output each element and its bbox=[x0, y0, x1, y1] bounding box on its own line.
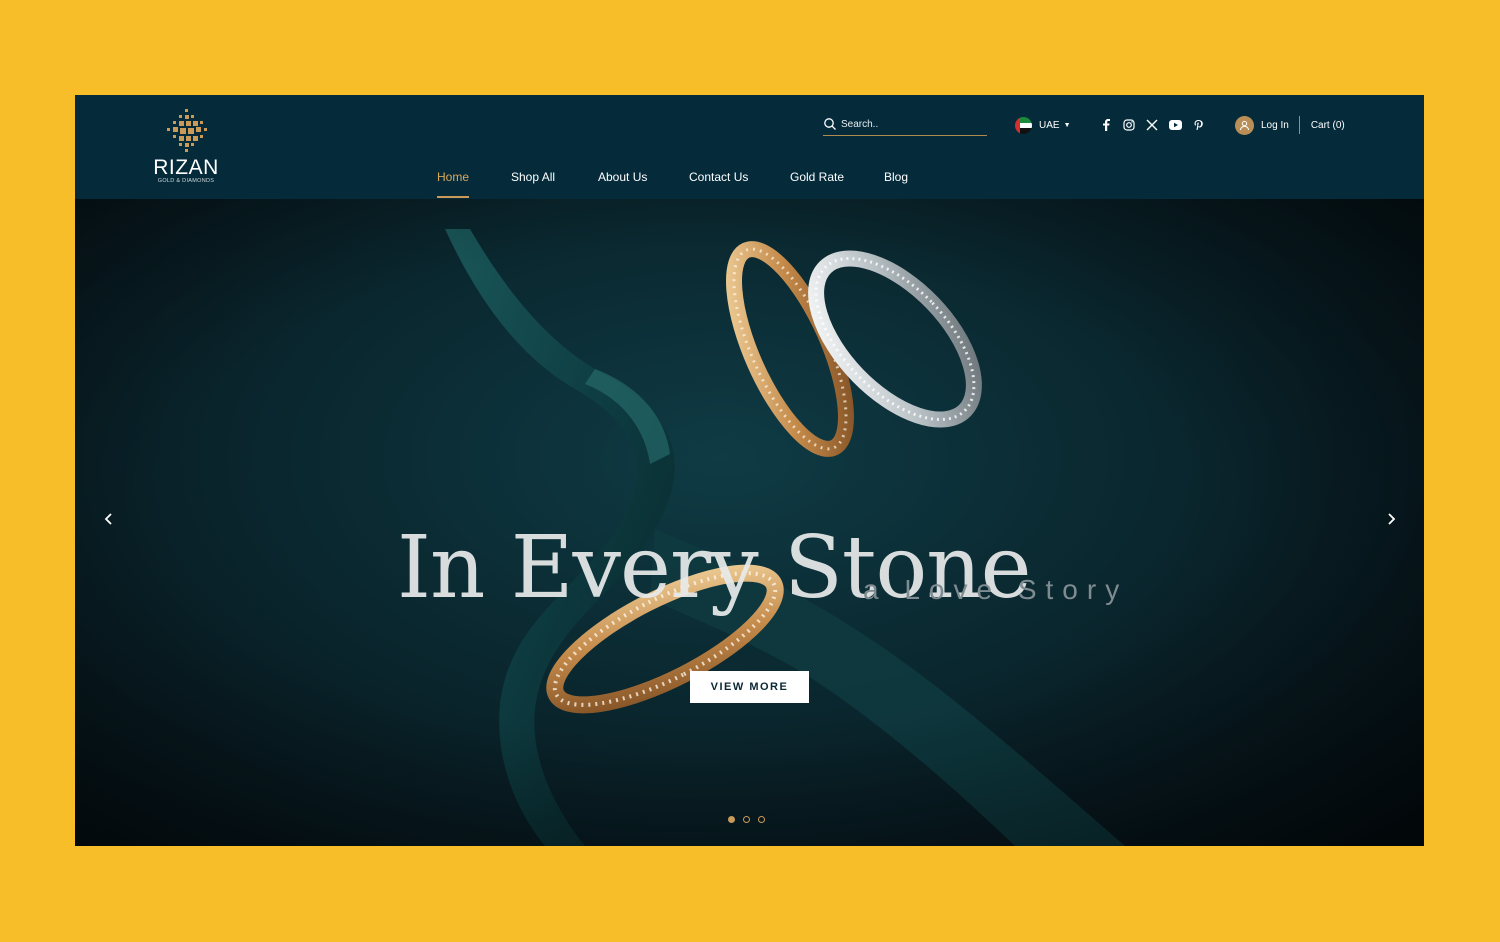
slider-dot-3[interactable] bbox=[758, 816, 765, 823]
cart-link[interactable]: Cart (0) bbox=[1311, 120, 1345, 131]
uae-flag-icon bbox=[1015, 116, 1032, 134]
nav-item-home[interactable]: Home bbox=[437, 170, 469, 184]
brand-logo[interactable]: RIZAN GOLD & DIAMONDS bbox=[151, 107, 221, 187]
logo-mark-icon bbox=[167, 109, 207, 152]
search-input[interactable] bbox=[841, 116, 981, 132]
nav-item-contact-us[interactable]: Contact Us bbox=[689, 170, 748, 184]
nav-item-about-us[interactable]: About Us bbox=[598, 170, 647, 184]
country-selector[interactable]: UAE ▼ bbox=[1015, 116, 1071, 134]
instagram-icon[interactable] bbox=[1122, 118, 1136, 132]
hero-slider: In Every Stone a Love Story VIEW MORE bbox=[75, 199, 1424, 846]
nav-item-blog[interactable]: Blog bbox=[884, 170, 908, 184]
site-header: RIZAN GOLD & DIAMONDS UAE ▼ bbox=[75, 95, 1424, 209]
account-divider bbox=[1298, 116, 1300, 134]
slider-dot-2[interactable] bbox=[743, 816, 750, 823]
login-link[interactable]: Log In bbox=[1261, 120, 1289, 131]
brand-name: RIZAN bbox=[153, 156, 219, 179]
nav-active-underline bbox=[437, 196, 469, 198]
nav-item-gold-rate[interactable]: Gold Rate bbox=[790, 170, 844, 184]
caret-down-icon: ▼ bbox=[1063, 121, 1071, 129]
account-area: Log In Cart (0) bbox=[1235, 115, 1345, 135]
nav-item-shop-all[interactable]: Shop All bbox=[511, 170, 555, 184]
facebook-icon[interactable] bbox=[1099, 118, 1113, 132]
slider-dots bbox=[728, 816, 765, 823]
user-icon[interactable] bbox=[1235, 115, 1254, 135]
slider-prev-arrow-icon[interactable] bbox=[99, 509, 119, 529]
brand-tagline: GOLD & DIAMONDS bbox=[157, 178, 215, 184]
pinterest-icon[interactable] bbox=[1191, 118, 1205, 132]
search-bar bbox=[823, 115, 987, 136]
slider-next-arrow-icon[interactable] bbox=[1381, 509, 1401, 529]
search-icon[interactable] bbox=[823, 117, 837, 131]
browser-viewport: RIZAN GOLD & DIAMONDS UAE ▼ bbox=[75, 95, 1424, 846]
youtube-icon[interactable] bbox=[1168, 118, 1182, 132]
hero-subline: a Love Story bbox=[863, 574, 1129, 605]
country-label: UAE bbox=[1039, 119, 1060, 131]
view-more-button[interactable]: VIEW MORE bbox=[690, 671, 809, 703]
social-links bbox=[1099, 118, 1205, 132]
x-icon[interactable] bbox=[1145, 118, 1159, 132]
slider-dot-1[interactable] bbox=[728, 816, 735, 823]
